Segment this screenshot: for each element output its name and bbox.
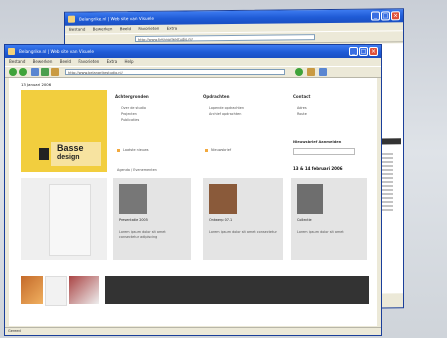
menu-item[interactable]: Beeld <box>120 26 131 31</box>
card-text: Lorem ipsum dolor sit amet consectetur <box>209 230 277 234</box>
refresh-icon[interactable] <box>41 68 49 76</box>
bullet-icon <box>117 149 120 152</box>
col1-item[interactable]: Publicaties <box>121 118 139 122</box>
card[interactable]: Ontwerp 07.1 Lorem ipsum dolor sit amet … <box>203 178 283 260</box>
thumbnail[interactable] <box>69 276 99 304</box>
close-icon[interactable]: × <box>391 11 400 21</box>
bold-date: 13 & 14 februari 2006 <box>293 166 343 171</box>
card-title: Ontwerp 07.1 <box>209 218 233 222</box>
menu-item[interactable]: Bestand <box>69 27 85 32</box>
card-title: Presentatie 2005 <box>119 218 148 222</box>
logo-mark <box>39 148 49 160</box>
menu-item[interactable]: Favorieten <box>78 59 99 64</box>
bullet-icon <box>205 149 208 152</box>
footer-band <box>105 276 369 304</box>
link-latest[interactable]: Laatste nieuws <box>123 148 149 152</box>
card-photo <box>209 184 237 214</box>
favorites-icon[interactable] <box>319 68 327 76</box>
menu-item[interactable]: Bewerken <box>93 26 113 31</box>
front-page-content: 13 Januari 2006 Basse design Achtergrond… <box>9 78 377 326</box>
stop-icon[interactable] <box>31 68 39 76</box>
back-window-title: Belangrike.nl | Web site van Visuele <box>79 15 154 22</box>
col2-item[interactable]: Archief opdrachten <box>209 112 241 116</box>
image-placeholder <box>21 178 107 260</box>
maximize-icon[interactable]: □ <box>381 11 390 21</box>
logo-text: Basse <box>57 143 84 153</box>
menu-item[interactable]: Bewerken <box>33 59 53 64</box>
logo-block[interactable]: Basse design <box>21 90 107 172</box>
thumbnail[interactable] <box>21 276 43 304</box>
front-menu-bar: Bestand Bewerken Beeld Favorieten Extra … <box>5 58 381 66</box>
back-address-bar[interactable]: http://www.belangrikestudio.nl/ <box>135 34 315 43</box>
news-header: Nieuwsbrief Aanmelden <box>293 140 342 144</box>
close-icon[interactable]: × <box>369 47 378 56</box>
ie-icon <box>8 48 15 55</box>
newsletter-input[interactable] <box>293 148 355 155</box>
card-photo <box>297 184 323 214</box>
col3-item[interactable]: Route <box>297 112 307 116</box>
minimize-icon[interactable]: _ <box>371 11 380 21</box>
back-arrow-icon[interactable] <box>9 68 17 76</box>
menu-item[interactable]: Extra <box>167 26 178 31</box>
front-title-bar[interactable]: Belangrike.nl | Web site van Visuele _ □… <box>5 45 381 58</box>
card-photo <box>119 184 147 214</box>
card-text: Lorem ipsum dolor sit amet <box>297 230 344 234</box>
forward-arrow-icon[interactable] <box>19 68 27 76</box>
menu-item[interactable]: Beeld <box>60 59 71 64</box>
menu-item[interactable]: Favorieten <box>138 26 159 31</box>
logo-subtext: design <box>57 154 80 161</box>
front-window-title: Belangrike.nl | Web site van Visuele <box>19 49 94 54</box>
search-icon[interactable] <box>307 68 315 76</box>
status-bar: Gereed <box>5 327 381 335</box>
col1-title[interactable]: Achtergronden <box>115 94 149 99</box>
menu-item[interactable]: Bestand <box>9 59 25 64</box>
front-browser-window: Belangrike.nl | Web site van Visuele _ □… <box>4 44 382 336</box>
go-icon[interactable] <box>295 68 303 76</box>
card[interactable]: Presentatie 2005 Lorem ipsum dolor sit a… <box>113 178 191 260</box>
thumbnail[interactable] <box>45 276 67 306</box>
menu-item[interactable]: Help <box>124 59 133 64</box>
card-title: Collectie <box>297 218 312 222</box>
page-date: 13 Januari 2006 <box>21 82 52 87</box>
front-address-bar[interactable]: http://www.belangrikestudio.nl/ <box>65 69 285 75</box>
card-text: Lorem ipsum dolor sit amet consectetur a… <box>119 230 166 239</box>
home-icon[interactable] <box>51 68 59 76</box>
col2-title[interactable]: Opdrachten <box>203 94 230 99</box>
col1-item[interactable]: Over de studio <box>121 106 146 110</box>
front-toolbar: http://www.belangrikestudio.nl/ <box>5 66 381 78</box>
col3-item[interactable]: Adres <box>297 106 307 110</box>
col1-item[interactable]: Projecten <box>121 112 137 116</box>
ie-icon <box>68 15 75 23</box>
link-newsletter[interactable]: Nieuwsbrief <box>211 148 231 152</box>
maximize-icon[interactable]: □ <box>359 47 368 56</box>
agenda-label[interactable]: Agenda / Evenementen <box>117 168 157 172</box>
menu-item[interactable]: Extra <box>107 59 118 64</box>
col2-item[interactable]: Lopende opdrachten <box>209 106 244 110</box>
minimize-icon[interactable]: _ <box>349 47 358 56</box>
col3-title[interactable]: Contact <box>293 94 310 99</box>
card[interactable]: Collectie Lorem ipsum dolor sit amet <box>291 178 367 260</box>
